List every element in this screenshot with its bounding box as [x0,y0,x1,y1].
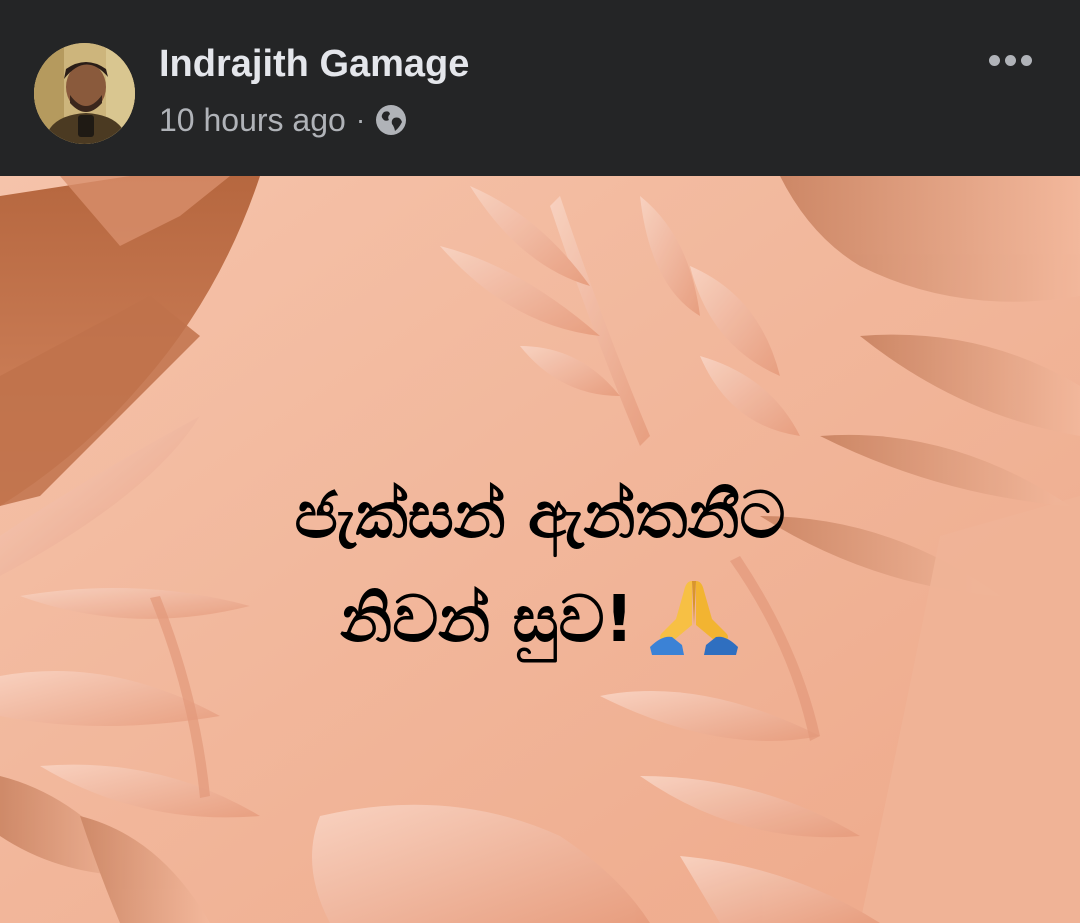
post-background[interactable]: ජැක්සන් ඇන්තනීට නිවන් සුව! [0,176,1080,923]
meta-separator: · [355,104,366,135]
ellipsis-dot [1004,54,1016,66]
globe-icon[interactable] [375,104,407,136]
post-timestamp[interactable]: 10 hours ago [159,102,346,139]
author-name[interactable]: Indrajith Gamage [159,40,469,88]
post-text-line-2-text: නිවන් සුව! [340,583,634,657]
post-header: Indrajith Gamage 10 hours ago · [0,0,1080,176]
ellipsis-icon [988,54,1000,66]
more-options-button[interactable] [982,40,1038,80]
post-text: ජැක්සන් ඇන්තනීට නිවන් සුව! [0,464,1080,672]
post-meta: 10 hours ago · [159,96,407,144]
avatar[interactable] [34,43,135,144]
ellipsis-dot [1020,54,1032,66]
post-text-line-2: නිවන් සුව! [0,568,1080,672]
folded-hands-emoji [648,575,740,656]
post-text-line-1: ජැක්සන් ඇන්තනීට [294,479,786,553]
